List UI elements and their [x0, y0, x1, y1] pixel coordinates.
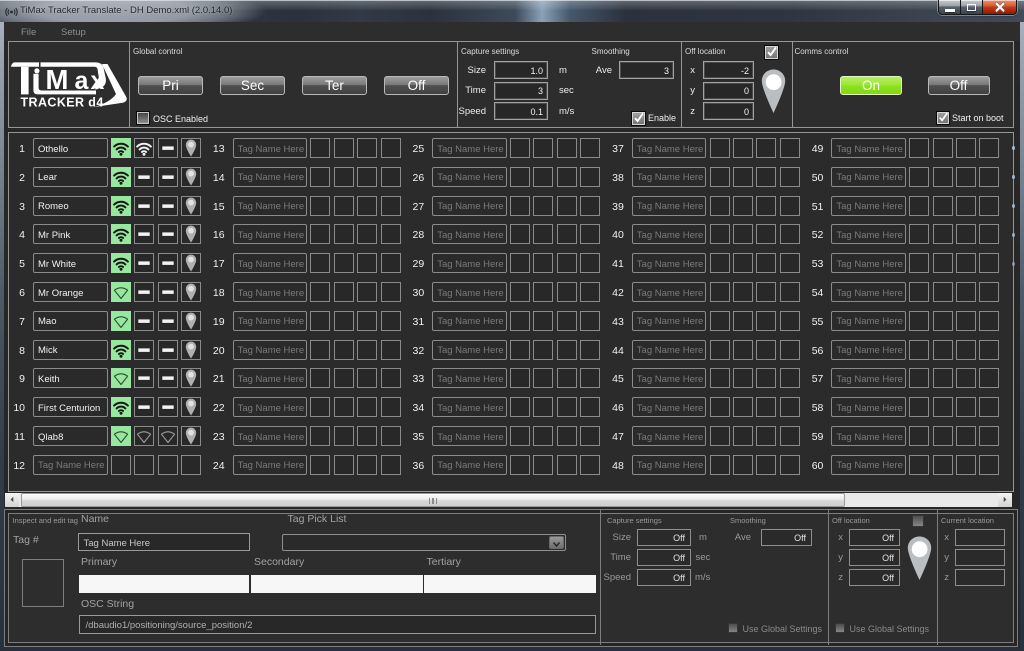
- svg-text:a: a: [75, 67, 90, 95]
- svg-text:x: x: [91, 67, 105, 95]
- svg-text:TRACKER d4: TRACKER d4: [21, 96, 104, 109]
- svg-text:M: M: [46, 64, 69, 95]
